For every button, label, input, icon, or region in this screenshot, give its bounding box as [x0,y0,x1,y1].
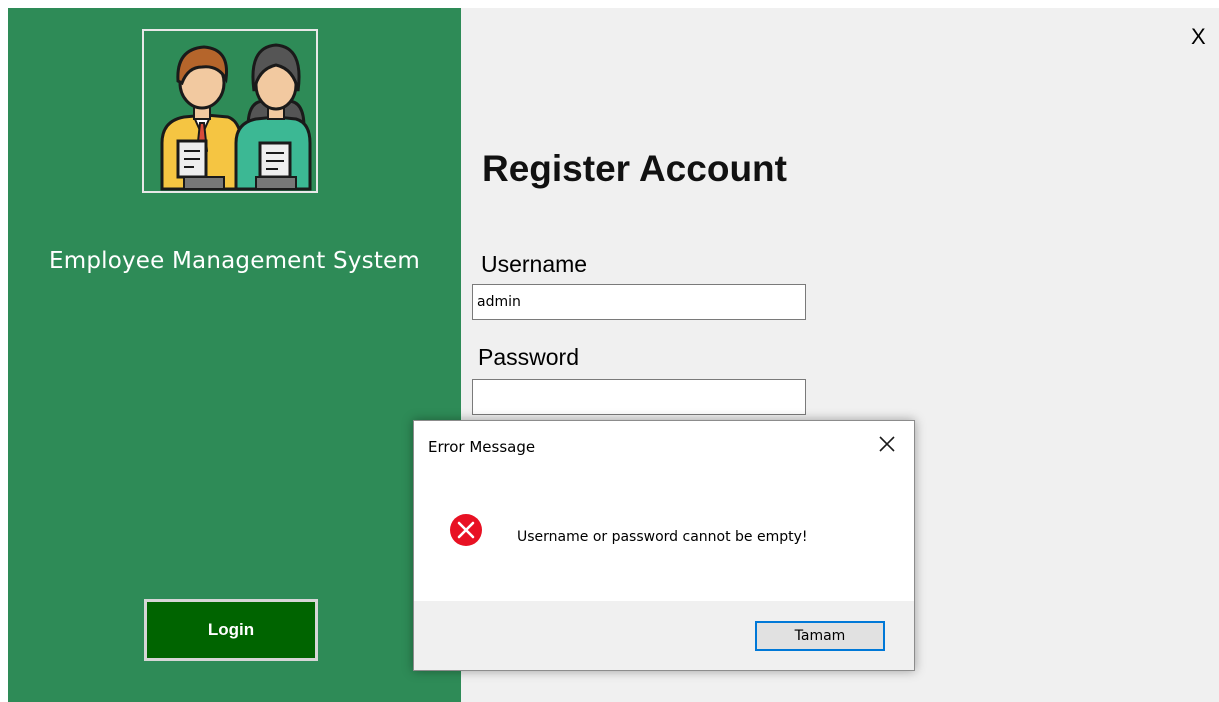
employees-icon [160,43,312,191]
password-input[interactable] [472,379,806,415]
username-label: Username [481,251,588,277]
page-title: Register Account [482,148,787,189]
app-name: Employee Management System [48,248,420,274]
error-icon [449,513,483,547]
error-dialog: Error Message Username or password canno… [413,420,915,671]
woman-figure [234,43,312,191]
window-close-button[interactable]: X [1191,24,1206,50]
dialog-footer: Tamam [414,601,914,670]
username-input[interactable] [472,284,806,320]
sidebar: Employee Management System Login [8,8,461,702]
dialog-close-icon[interactable] [876,433,898,455]
password-label: Password [478,344,579,370]
ok-button[interactable]: Tamam [755,621,885,651]
dialog-title: Error Message [428,438,536,456]
man-figure [160,45,244,191]
logo [142,29,318,193]
dialog-message: Username or password cannot be empty! [517,529,808,545]
login-button[interactable]: Login [144,599,318,661]
